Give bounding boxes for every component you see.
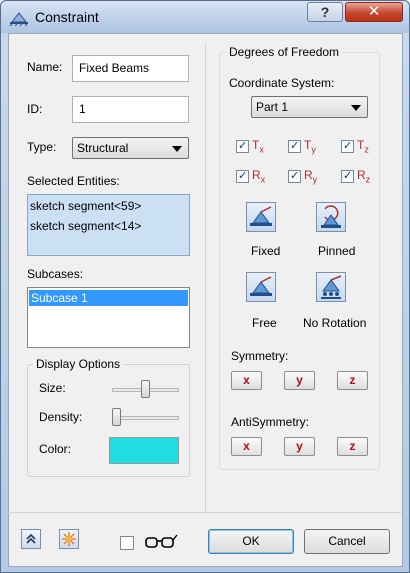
coord-system-value: Part 1 <box>256 100 289 114</box>
tx-label: Tx <box>252 138 264 155</box>
symmetry-y-button[interactable]: y <box>284 371 315 390</box>
list-item[interactable]: sketch segment<59> <box>30 199 141 213</box>
column-divider <box>205 42 206 512</box>
footer-separator <box>8 512 401 513</box>
color-label: Color: <box>39 442 72 456</box>
close-button[interactable]: ✕ <box>345 2 403 22</box>
ty-checkbox[interactable]: ✓ <box>288 140 301 153</box>
pinned-label: Pinned <box>318 244 356 258</box>
subcases-list[interactable]: Subcase 1 <box>27 287 190 348</box>
density-slider-thumb[interactable] <box>112 408 121 426</box>
glasses-icon <box>145 534 178 548</box>
rx-checkbox[interactable]: ✓ <box>236 170 249 183</box>
highlight-button[interactable] <box>59 529 79 549</box>
id-field[interactable]: 1 <box>72 96 189 123</box>
check-icon: ✓ <box>343 140 353 152</box>
no-rotation-support-icon <box>321 275 342 299</box>
coord-system-select[interactable]: Part 1 <box>251 96 368 118</box>
subcases-label: Subcases: <box>27 267 84 281</box>
check-icon: ✓ <box>343 170 353 182</box>
preview-checkbox[interactable] <box>120 536 134 550</box>
ok-button[interactable]: OK <box>208 529 294 554</box>
check-icon: ✓ <box>238 170 248 182</box>
free-label: Free <box>252 316 277 330</box>
symmetry-z-button[interactable]: z <box>337 371 368 390</box>
check-icon: ✓ <box>238 140 248 152</box>
pinned-button[interactable] <box>316 202 346 232</box>
fixed-button[interactable] <box>246 202 276 232</box>
density-label: Density: <box>39 410 83 424</box>
tz-checkbox[interactable]: ✓ <box>341 140 354 153</box>
display-options-title: Display Options <box>33 357 124 371</box>
collapse-button[interactable] <box>21 529 41 549</box>
rx-label: Rx <box>252 168 266 185</box>
antisymmetry-label: AntiSymmetry: <box>231 415 310 429</box>
type-select-value: Structural <box>77 141 129 155</box>
rz-checkbox[interactable]: ✓ <box>341 170 354 183</box>
check-icon: ✓ <box>290 170 300 182</box>
list-item-selected[interactable]: Subcase 1 <box>29 290 188 306</box>
check-icon: ✓ <box>290 140 300 152</box>
symmetry-x-button[interactable]: x <box>231 371 262 390</box>
size-label: Size: <box>39 381 66 395</box>
type-select[interactable]: Structural <box>72 137 189 159</box>
constraint-icon <box>9 12 28 26</box>
tz-label: Tz <box>357 138 369 155</box>
cancel-button[interactable]: Cancel <box>304 529 390 554</box>
pinned-support-icon <box>321 205 341 228</box>
fixed-support-icon <box>250 206 272 226</box>
antisymmetry-z-button[interactable]: z <box>337 437 368 456</box>
antisymmetry-x-button[interactable]: x <box>231 437 262 456</box>
ty-label: Ty <box>304 138 316 155</box>
title-bar[interactable]: Constraint ? ✕ <box>1 1 409 33</box>
free-support-icon <box>250 276 272 296</box>
color-swatch[interactable] <box>109 437 179 464</box>
antisymmetry-y-button[interactable]: y <box>284 437 315 456</box>
ry-checkbox[interactable]: ✓ <box>288 170 301 183</box>
density-slider-track[interactable] <box>112 416 179 420</box>
name-field[interactable]: Fixed Beams <box>72 55 189 82</box>
type-label: Type: <box>27 140 57 154</box>
dof-title: Degrees of Freedom <box>226 45 343 59</box>
no-rotation-button[interactable] <box>316 272 346 302</box>
fixed-label: Fixed <box>251 244 281 258</box>
free-button[interactable] <box>246 272 276 302</box>
help-button[interactable]: ? <box>307 2 343 22</box>
double-chevron-up-icon <box>26 533 36 544</box>
coord-system-label: Coordinate System: <box>229 76 335 90</box>
chevron-down-icon <box>172 146 182 152</box>
tx-checkbox[interactable]: ✓ <box>236 140 249 153</box>
id-label: ID: <box>27 102 43 116</box>
selected-entities-label: Selected Entities: <box>27 174 120 188</box>
list-item[interactable]: sketch segment<14> <box>30 219 141 233</box>
sparkle-icon <box>62 532 76 546</box>
no-rotation-label: No Rotation <box>303 316 367 330</box>
ry-label: Ry <box>304 168 318 185</box>
symmetry-label: Symmetry: <box>231 349 289 363</box>
rz-label: Rz <box>357 168 371 185</box>
selected-entities-list[interactable]: sketch segment<59> sketch segment<14> <box>27 194 190 256</box>
name-label: Name: <box>27 60 63 74</box>
window-title: Constraint <box>35 9 99 25</box>
size-slider-thumb[interactable] <box>141 380 150 398</box>
chevron-down-icon <box>351 105 361 111</box>
